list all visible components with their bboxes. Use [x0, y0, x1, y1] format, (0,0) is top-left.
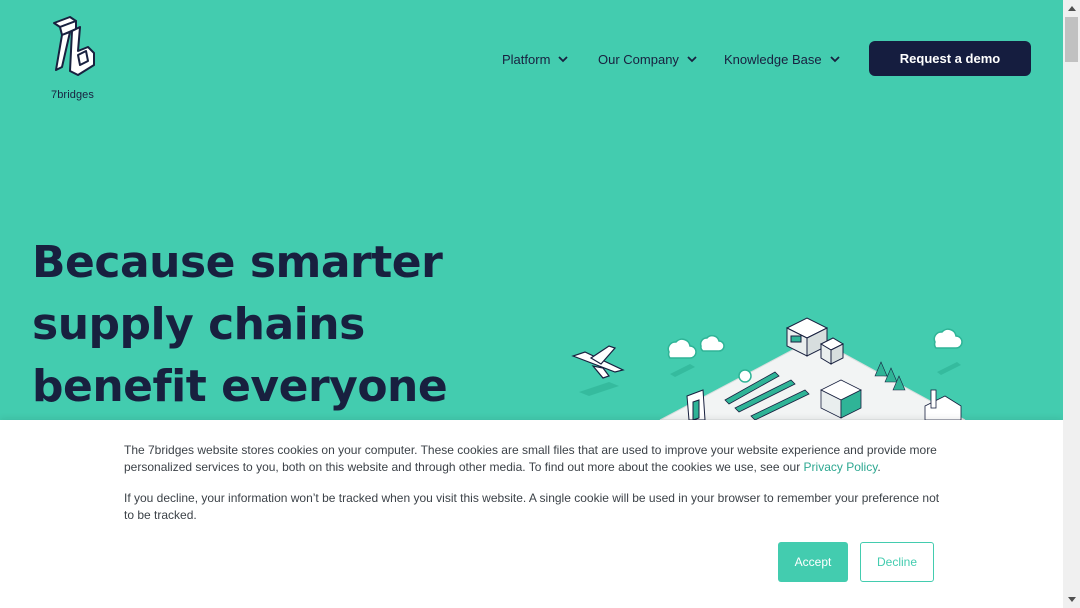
nav-our-company[interactable]: Our Company [598, 48, 697, 70]
cookie-text-1-end: . [877, 459, 881, 474]
chevron-down-icon [687, 55, 697, 62]
logo-icon [53, 16, 95, 76]
privacy-policy-link[interactable]: Privacy Policy [804, 460, 878, 474]
cookie-text-1: The 7bridges website stores cookies on y… [124, 442, 944, 475]
nav-platform[interactable]: Platform [502, 48, 569, 70]
chevron-down-icon [829, 55, 840, 62]
accept-cookies-button[interactable]: Accept [778, 542, 848, 582]
decline-cookies-button[interactable]: Decline [860, 542, 934, 582]
airplane-icon [571, 345, 625, 379]
cookie-text-2: If you decline, your information won’t b… [124, 491, 940, 522]
nav-platform-label: Platform [502, 51, 551, 67]
hero-title-line-1: Because smarter [32, 237, 443, 288]
nav-knowledge-base-label: Knowledge Base [724, 51, 822, 67]
scroll-thumb[interactable] [1065, 17, 1078, 62]
cookie-banner: The 7bridges website stores cookies on y… [0, 420, 1063, 608]
scroll-down-button[interactable] [1063, 591, 1080, 608]
scroll-down-arrow-icon [1067, 597, 1076, 602]
hero-title-line-2: supply chains [32, 299, 365, 350]
vertical-scrollbar[interactable] [1063, 0, 1080, 608]
hero-title-line-3: benefit everyone [32, 361, 448, 412]
brand-logo[interactable]: 7bridges [48, 15, 104, 103]
factory-icon [924, 389, 962, 420]
scroll-up-button[interactable] [1063, 0, 1080, 17]
nav-our-company-label: Our Company [598, 51, 679, 67]
pin-icon [738, 369, 752, 383]
hero-title: Because smarter supply chains benefit ev… [32, 232, 492, 418]
brand-name: 7bridges [51, 89, 94, 101]
nav-knowledge-base[interactable]: Knowledge Base [724, 48, 840, 70]
page: 7bridges Platform Our Company Knowledge … [0, 0, 1063, 608]
logo-block-icon [686, 389, 706, 420]
scroll-up-arrow-icon [1067, 6, 1076, 11]
supply-chain-illustration [571, 317, 966, 420]
request-demo-button[interactable]: Request a demo [869, 41, 1031, 76]
chevron-down-icon [558, 55, 569, 62]
